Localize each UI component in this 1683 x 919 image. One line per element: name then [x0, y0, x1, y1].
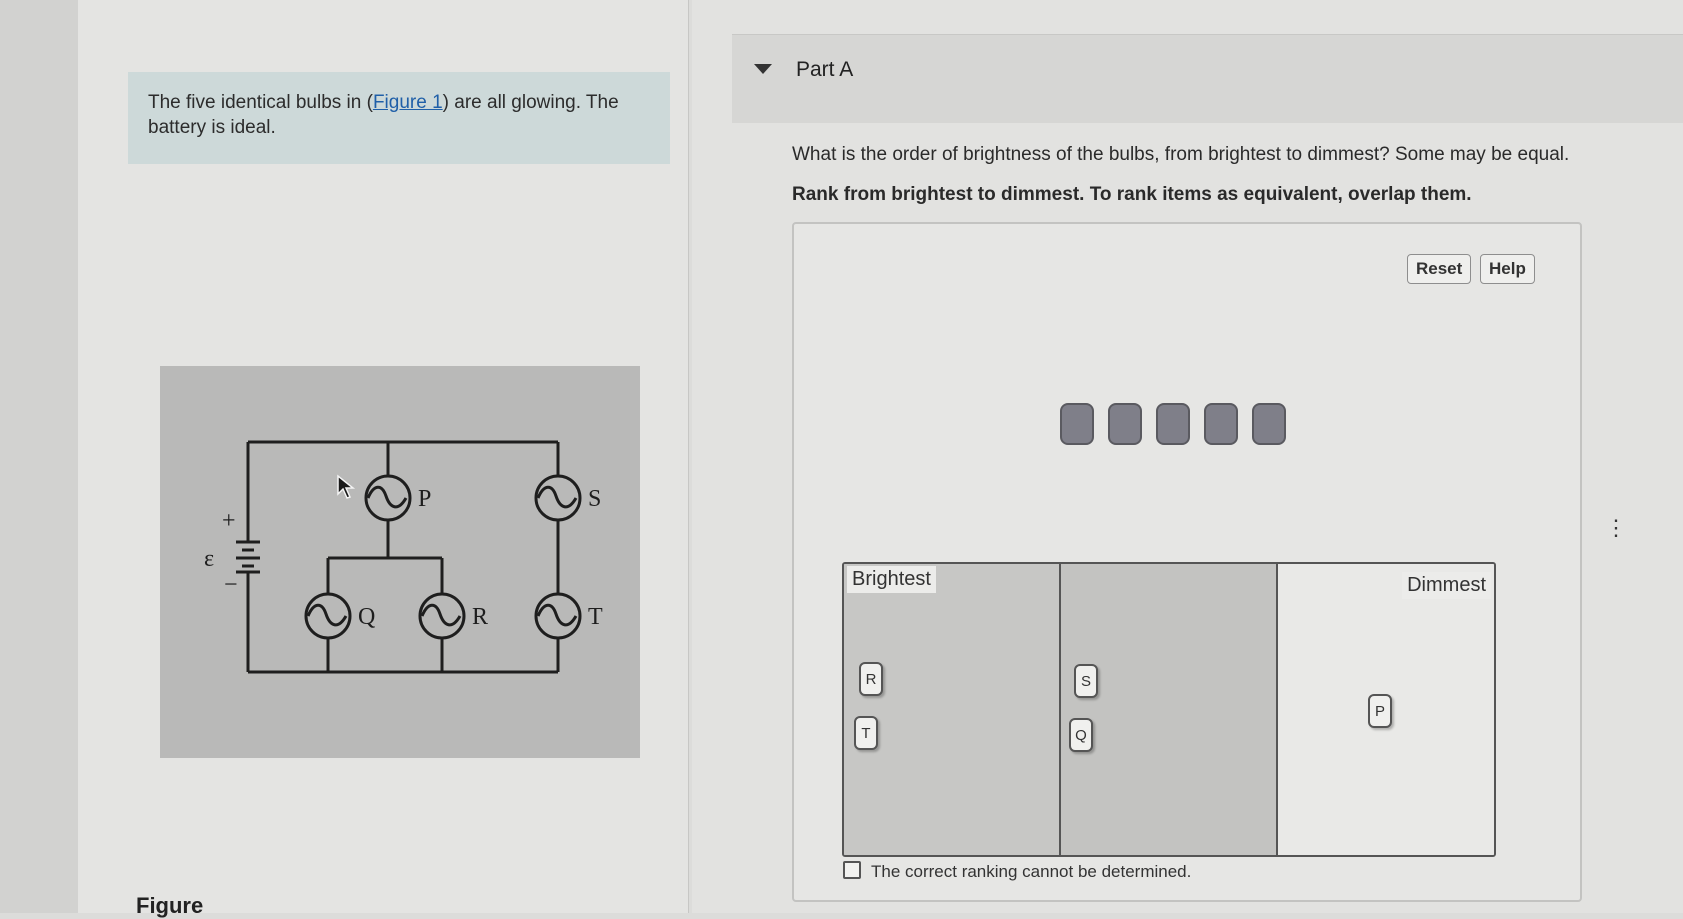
problem-text-before: The five identical bulbs in (: [148, 92, 373, 113]
battery-plus-sign: +: [222, 508, 236, 534]
bulb-chip-p[interactable]: P: [1368, 694, 1392, 728]
bulb-label-r: R: [472, 604, 488, 630]
bulb-q-symbol: [304, 592, 352, 640]
bulb-chip-s[interactable]: S: [1074, 664, 1098, 698]
ranking-bin-3[interactable]: Dimmest P: [1278, 564, 1494, 855]
part-a-title[interactable]: Part A: [796, 58, 853, 82]
bulb-t-symbol: [534, 592, 582, 640]
empty-item-slot[interactable]: [1108, 403, 1142, 445]
question-text: What is the order of brightness of the b…: [792, 144, 1570, 165]
empty-item-slot[interactable]: [1204, 403, 1238, 445]
ranking-bin-2[interactable]: S Q: [1061, 564, 1278, 855]
mouse-cursor-icon: [337, 474, 356, 499]
bulb-chip-r[interactable]: R: [859, 662, 883, 696]
brightest-label: Brightest: [847, 566, 936, 593]
figure-footer-label: Figure: [136, 893, 204, 918]
more-vertical-icon[interactable]: ⋮: [1605, 515, 1627, 541]
bulb-label-p: P: [418, 486, 431, 512]
bulb-chip-t[interactable]: T: [854, 716, 878, 750]
ranking-bin-1[interactable]: Brightest R T: [844, 564, 1061, 855]
part-a-header[interactable]: [732, 34, 1683, 123]
cannot-determine-label[interactable]: The correct ranking cannot be determined…: [871, 862, 1191, 882]
window-left-margin: [0, 0, 78, 913]
emf-symbol: ε: [204, 546, 214, 572]
battery-minus-sign: −: [224, 572, 238, 598]
bulb-p-symbol: [364, 474, 412, 522]
empty-item-slot[interactable]: [1252, 403, 1286, 445]
circuit-diagram: ε + − P Q R S T: [204, 440, 603, 674]
bulb-label-q: Q: [358, 604, 375, 630]
battery-plates: [236, 540, 260, 574]
empty-item-slot[interactable]: [1060, 403, 1094, 445]
bulb-s-symbol: [534, 474, 582, 522]
bulb-r-symbol: [418, 592, 466, 640]
problem-statement: The five identical bulbs in (Figure 1) a…: [128, 72, 670, 164]
collapse-caret-icon[interactable]: [754, 64, 772, 74]
empty-item-slot[interactable]: [1156, 403, 1190, 445]
cannot-determine-checkbox[interactable]: [843, 861, 861, 879]
bulb-label-s: S: [588, 486, 601, 512]
figure-link[interactable]: Figure 1: [373, 92, 443, 113]
help-button[interactable]: Help: [1480, 254, 1535, 284]
ranking-bins: Brightest R T S Q Dimmest P: [842, 562, 1496, 857]
reset-button[interactable]: Reset: [1407, 254, 1472, 284]
circuit-figure: ε + − P Q R S T: [160, 366, 640, 758]
bulb-chip-q[interactable]: Q: [1069, 718, 1093, 752]
bulb-label-t: T: [588, 604, 603, 630]
dimmest-label: Dimmest: [1402, 572, 1491, 599]
instruction-text: Rank from brightest to dimmest. To rank …: [792, 184, 1472, 205]
